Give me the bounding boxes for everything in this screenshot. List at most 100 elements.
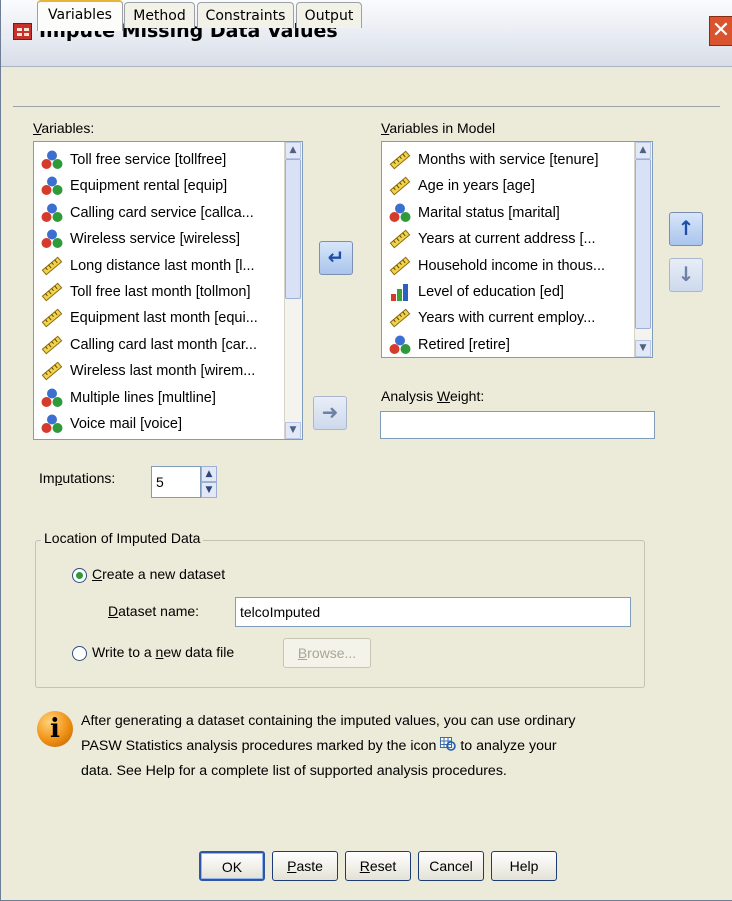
scale-icon <box>388 307 412 329</box>
info-text: After generating a dataset containing th… <box>81 713 576 779</box>
scroll-down-arrow-icon[interactable]: ▼ <box>635 340 651 357</box>
list-item-label: Months with service [tenure] <box>418 152 599 168</box>
scale-icon <box>40 307 64 329</box>
variables-label: Variables: <box>33 120 95 136</box>
nominal-icon <box>40 175 64 197</box>
list-item-label: Household income in thous... <box>418 257 605 274</box>
arrow-down-icon: ↓ <box>677 262 695 286</box>
analysis-weight-label: Analysis Weight: <box>381 388 485 404</box>
list-item-label: Years at current address [... <box>418 231 596 248</box>
list-item[interactable]: Calling card last month [car... <box>40 332 257 358</box>
list-item[interactable]: Years at current address [... <box>388 226 596 252</box>
write-data-file-radio[interactable] <box>72 646 87 661</box>
nominal-icon <box>40 149 64 171</box>
spin-down-icon[interactable]: ▼ <box>201 482 217 498</box>
nominal-icon <box>388 334 412 356</box>
scroll-up-arrow-icon[interactable]: ▲ <box>285 142 301 159</box>
list-item[interactable]: Years with current employ... <box>388 305 595 331</box>
ok-button[interactable]: OK <box>199 851 265 881</box>
nominal-icon <box>40 202 64 224</box>
scroll-thumb[interactable] <box>635 159 651 329</box>
analysis-weight-field[interactable] <box>380 411 655 439</box>
list-item[interactable]: Long distance last month [l... <box>40 253 255 279</box>
spin-up-icon[interactable]: ▲ <box>201 466 217 482</box>
paste-button[interactable]: Paste <box>272 851 338 881</box>
tab-method[interactable]: Method <box>124 2 195 28</box>
list-item-label: Voice mail [voice] <box>70 416 183 432</box>
variables-in-model-listbox[interactable]: Months with service [tenure] Age in years… <box>381 141 653 358</box>
radio-selected-dot <box>76 572 83 579</box>
browse-button[interactable]: Browse... <box>283 638 371 668</box>
tab-constraints[interactable]: Constraints <box>197 2 294 28</box>
list-item-label: Wireless service [wireless] <box>70 231 240 248</box>
list-item-label: Marital status [marital] <box>418 204 560 221</box>
list-item[interactable]: Age in years [age] <box>388 173 535 199</box>
multiple-imputation-icon <box>440 735 457 751</box>
list-item-label: Wireless last month [wirem... <box>70 363 256 380</box>
list-item-label: Age in years [age] <box>418 178 535 195</box>
list-item[interactable]: Retired [retire] <box>388 332 510 357</box>
scale-icon <box>40 255 64 277</box>
list-item[interactable]: Calling card service [callca... <box>40 200 254 226</box>
variables-listbox[interactable]: Toll free service [tollfree] Equipment re… <box>33 141 303 440</box>
location-legend: Location of Imputed Data <box>41 530 204 546</box>
scale-icon <box>40 281 64 303</box>
scale-icon <box>388 149 412 171</box>
move-up-button[interactable]: ↑ <box>669 212 703 246</box>
move-to-model-button[interactable]: ↵ <box>319 241 353 275</box>
write-data-file-label[interactable]: Write to a new data file <box>92 644 234 660</box>
nominal-icon <box>40 413 64 435</box>
scroll-thumb[interactable] <box>285 159 301 299</box>
scale-icon <box>40 334 64 356</box>
list-item-label: Long distance last month [l... <box>70 257 255 274</box>
cancel-button[interactable]: Cancel <box>418 851 484 881</box>
list-item[interactable]: Toll free last month [tollmon] <box>40 279 251 305</box>
dataset-name-field[interactable]: telcoImputed <box>235 597 631 627</box>
list-item-label: Toll free last month [tollmon] <box>70 284 251 300</box>
list-item-label: Equipment rental [equip] <box>70 178 228 195</box>
list-item[interactable]: Equipment rental [equip] <box>40 173 227 199</box>
list-item[interactable]: Toll free service [tollfree] <box>40 147 226 173</box>
close-button[interactable]: ✕ <box>709 16 732 46</box>
list-item-label: Calling card service [callca... <box>70 204 254 221</box>
list-item[interactable]: Wireless service [wireless] <box>40 226 240 252</box>
list-item[interactable]: Wireless last month [wirem... <box>40 358 255 384</box>
tab-output[interactable]: Output <box>296 2 362 28</box>
arrow-left-icon: ↵ <box>327 245 345 269</box>
list-item[interactable]: Months with service [tenure] <box>388 147 599 173</box>
help-button[interactable]: Help <box>491 851 557 881</box>
move-to-weight-button[interactable]: ➜ <box>313 396 347 430</box>
list-item-label: Toll free service [tollfree] <box>70 152 227 168</box>
app-grid-icon <box>13 23 32 40</box>
ordinal-icon <box>388 281 412 303</box>
list-item[interactable]: Multiple lines [multline] <box>40 385 216 411</box>
move-down-button[interactable]: ↓ <box>669 258 703 292</box>
tab-panel-border <box>13 106 720 107</box>
reset-button[interactable]: Reset <box>345 851 411 881</box>
list-item-label: Level of education [ed] <box>418 284 564 300</box>
scroll-down-arrow-icon[interactable]: ▼ <box>285 422 301 439</box>
model-scrollbar[interactable]: ▲ ▼ <box>634 142 652 357</box>
arrow-right-icon: ➜ <box>321 400 339 424</box>
imputations-label: Imputations: <box>39 470 116 486</box>
list-item-label: Years with current employ... <box>418 310 596 327</box>
list-item[interactable]: Household income in thous... <box>388 253 605 279</box>
list-item[interactable]: Equipment last month [equi... <box>40 305 258 331</box>
scroll-up-arrow-icon[interactable]: ▲ <box>635 142 651 159</box>
list-item[interactable]: Marital status [marital] <box>388 200 560 226</box>
nominal-icon <box>40 387 64 409</box>
variables-in-model-label: Variables in Model <box>381 120 496 136</box>
create-new-dataset-label[interactable]: Create a new dataset <box>92 566 225 582</box>
list-item[interactable]: Level of education [ed] <box>388 279 564 305</box>
dataset-name-label: Dataset name: <box>108 603 200 619</box>
info-icon: i <box>37 711 73 747</box>
imputations-input[interactable]: 5 <box>151 466 201 498</box>
arrow-up-icon: ↑ <box>677 216 695 240</box>
nominal-icon <box>388 202 412 224</box>
variables-scrollbar[interactable]: ▲ ▼ <box>284 142 302 439</box>
list-item-label: Retired [retire] <box>418 336 510 353</box>
list-item-label: Multiple lines [multline] <box>70 389 216 406</box>
create-new-dataset-radio[interactable] <box>72 568 87 583</box>
tab-variables[interactable]: Variables <box>37 0 123 31</box>
list-item[interactable]: Voice mail [voice] <box>40 411 182 437</box>
